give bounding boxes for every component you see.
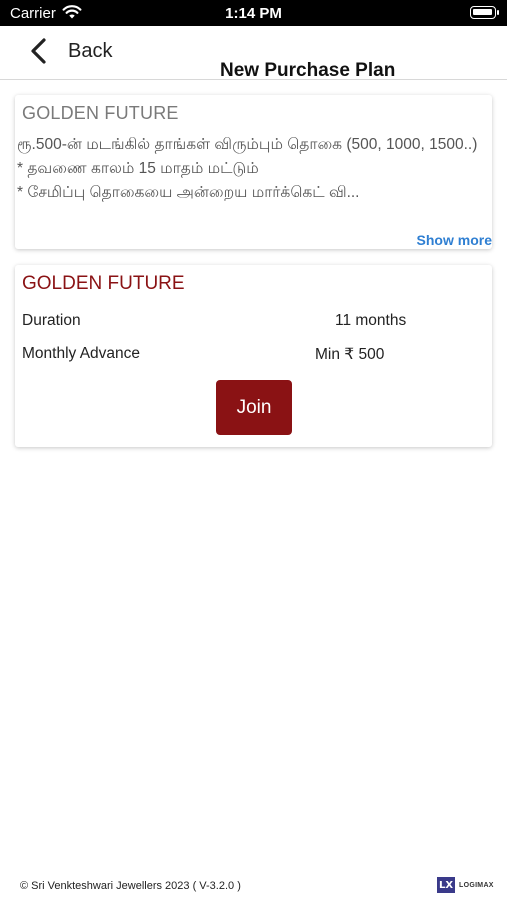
- logimax-logo: LX LOGIMAX: [437, 877, 494, 893]
- monthly-advance-label: Monthly Advance: [22, 345, 141, 362]
- clock: 1:14 PM: [225, 5, 282, 22]
- description-line: * சேமிப்பு தொகையை அன்றைய மார்க்கெட் வி..…: [17, 184, 360, 201]
- monthly-advance-value: Min ₹ 500: [315, 346, 385, 363]
- logo-text: LOGIMAX: [459, 881, 494, 889]
- chevron-left-icon: [31, 38, 46, 64]
- plan-description: ரூ.500-ன் மடங்கில் தாங்கள் விரும்பும் தொ…: [17, 133, 492, 205]
- description-line: ரூ.500-ன் மடங்கில் தாங்கள் விரும்பும் தொ…: [17, 136, 478, 153]
- plan-title: GOLDEN FUTURE: [22, 103, 179, 123]
- page-title: New Purchase Plan: [220, 60, 396, 81]
- logo-mark: LX: [437, 877, 455, 893]
- show-more-link[interactable]: Show more: [417, 232, 492, 248]
- back-label: Back: [68, 39, 113, 62]
- status-bar: Carrier 1:14 PM: [0, 0, 507, 26]
- duration-value: 11 months: [335, 312, 407, 329]
- plan-description-card: GOLDEN FUTURE ரூ.500-ன் மடங்கில் தாங்கள்…: [15, 95, 492, 249]
- footer-copyright: © Sri Venkteshwari Jewellers 2023 ( V-3.…: [20, 880, 241, 892]
- description-line: * தவணை காலம் 15 மாதம் மட்டும்: [17, 160, 259, 177]
- plan-details-card: GOLDEN FUTURE Duration 11 months Monthly…: [15, 265, 492, 447]
- battery-icon: [470, 6, 499, 19]
- back-button[interactable]: Back: [28, 36, 112, 66]
- join-button[interactable]: Join: [216, 380, 292, 435]
- duration-label: Duration: [22, 312, 81, 329]
- navigation-bar: Back New Purchase Plan: [0, 26, 507, 81]
- plan-title: GOLDEN FUTURE: [22, 273, 185, 294]
